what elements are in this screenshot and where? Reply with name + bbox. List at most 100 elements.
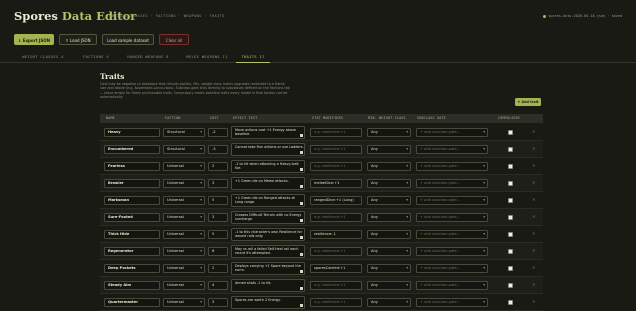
effect-textarea[interactable]: Spores are worth 2 Energy. (231, 296, 305, 309)
stat-modifiers-input[interactable]: e.g. resilience:+1 (310, 213, 362, 222)
min-weight-select[interactable]: Any (367, 179, 411, 188)
min-weight-select[interactable]: Any (367, 145, 411, 154)
delete-row-icon[interactable]: ✕ (532, 248, 536, 253)
export-json-button[interactable]: ⇓ Export JSON (14, 34, 54, 45)
stat-modifiers-input[interactable]: e.g. resilience:+1 (310, 281, 362, 290)
trait-name-input[interactable]: Heavy (104, 128, 160, 137)
compulsory-checkbox[interactable] (508, 181, 513, 186)
load-json-button[interactable]: ⇑ Load JSON (59, 34, 97, 45)
compulsory-checkbox[interactable] (508, 249, 513, 254)
cost-input[interactable]: 2 (208, 162, 228, 171)
cost-input[interactable]: 5 (208, 196, 228, 205)
compulsory-checkbox[interactable] (508, 266, 513, 271)
compulsory-checkbox[interactable] (508, 147, 513, 152)
faction-select[interactable]: Universal (163, 196, 205, 205)
compulsory-checkbox[interactable] (508, 283, 513, 288)
faction-select[interactable]: Structural (163, 145, 205, 154)
clear-all-button[interactable]: Clear all (159, 34, 189, 45)
stat-modifiers-input[interactable]: e.g. resilience:+1 (310, 247, 362, 256)
cost-input[interactable]: 4 (208, 281, 228, 290)
effect-textarea[interactable]: Cannot take Run actions or use Ladders. (231, 143, 305, 156)
compulsory-checkbox[interactable] (508, 232, 513, 237)
compulsory-checkbox[interactable] (508, 300, 513, 305)
subclass-gate-select[interactable]: + add subclass gate... (416, 298, 488, 307)
subclass-gate-select[interactable]: + add subclass gate... (416, 230, 488, 239)
add-trait-button[interactable]: + Add trait (515, 98, 541, 106)
effect-textarea[interactable]: May re-roll a failed Self-Heal roll each… (231, 245, 305, 258)
resize-handle-icon[interactable] (300, 287, 303, 290)
cost-input[interactable]: 3 (208, 179, 228, 188)
delete-row-icon[interactable]: ✕ (532, 146, 536, 151)
resize-handle-icon[interactable] (300, 151, 303, 154)
trait-name-input[interactable]: Quartermaster (104, 298, 160, 307)
faction-select[interactable]: Universal (163, 247, 205, 256)
tab-ranged-weapons[interactable]: RANGED WEAPONS 8 (119, 52, 177, 62)
subclass-gate-select[interactable]: + add subclass gate... (416, 247, 488, 256)
subclass-gate-select[interactable]: + add subclass gate... (416, 162, 488, 171)
faction-select[interactable]: Structural (163, 128, 205, 137)
effect-textarea[interactable]: Aimed shots -1 to hit. (231, 279, 305, 292)
delete-row-icon[interactable]: ✕ (532, 163, 536, 168)
stat-modifiers-input[interactable]: e.g. resilience:+1 (310, 128, 362, 137)
effect-textarea[interactable]: Crosses Difficult Terrain with no Energy… (231, 211, 305, 224)
tab-factions[interactable]: FACTIONS 4 (76, 52, 116, 62)
subclass-gate-select[interactable]: + add subclass gate... (416, 281, 488, 290)
compulsory-checkbox[interactable] (508, 130, 513, 135)
effect-textarea[interactable]: +1 Green die on Ranged attacks at Long r… (231, 194, 305, 207)
trait-name-input[interactable]: Regenerator (104, 247, 160, 256)
stat-modifiers-input[interactable]: e.g. resilience:+1 (310, 162, 362, 171)
cost-input[interactable]: 2 (208, 264, 228, 273)
compulsory-checkbox[interactable] (508, 198, 513, 203)
effect-textarea[interactable]: Deploys carrying +1 Spore beyond the nor… (231, 262, 305, 275)
trait-name-input[interactable]: Encumbered (104, 145, 160, 154)
trait-name-input[interactable]: Marksman (104, 196, 160, 205)
stat-modifiers-input[interactable]: meleeDice:+1 (310, 179, 362, 188)
effect-textarea[interactable]: -1 to hit when attacking a Heavy-trait f… (231, 160, 305, 173)
subclass-gate-select[interactable]: + add subclass gate... (416, 264, 488, 273)
effect-textarea[interactable]: +1 Green die on Melee attacks. (231, 177, 305, 190)
compulsory-checkbox[interactable] (508, 164, 513, 169)
subclass-gate-select[interactable]: + add subclass gate... (416, 213, 488, 222)
delete-row-icon[interactable]: ✕ (532, 214, 536, 219)
load-sample-button[interactable]: Load sample dataset (102, 34, 154, 45)
trait-name-input[interactable]: Sure-Footed (104, 213, 160, 222)
min-weight-select[interactable]: Any (367, 247, 411, 256)
resize-handle-icon[interactable] (300, 270, 303, 273)
subclass-gate-select[interactable]: + add subclass gate... (416, 128, 488, 137)
tab-traits[interactable]: TRAITS 17 (236, 52, 270, 63)
stat-modifiers-input[interactable]: e.g. resilience:+1 (310, 298, 362, 307)
stat-modifiers-input[interactable]: resilience:-1 (310, 230, 362, 239)
faction-select[interactable]: Universal (163, 264, 205, 273)
resize-handle-icon[interactable] (300, 168, 303, 171)
min-weight-select[interactable]: Any (367, 281, 411, 290)
min-weight-select[interactable]: Any (367, 196, 411, 205)
subclass-gate-select[interactable]: + add subclass gate... (416, 145, 488, 154)
trait-name-input[interactable]: Steady Aim (104, 281, 160, 290)
subclass-gate-select[interactable]: + add subclass gate... (416, 196, 488, 205)
trait-name-input[interactable]: Thick Hide (104, 230, 160, 239)
tab-weight-classes[interactable]: WEIGHT CLASSES 4 (14, 52, 72, 62)
faction-select[interactable]: Universal (163, 213, 205, 222)
min-weight-select[interactable]: Any (367, 298, 411, 307)
cost-input[interactable]: 6 (208, 247, 228, 256)
cost-input[interactable]: -3 (208, 145, 228, 154)
cost-input[interactable]: 3 (208, 298, 228, 307)
subclass-gate-select[interactable]: + add subclass gate... (416, 179, 488, 188)
resize-handle-icon[interactable] (300, 185, 303, 188)
cost-input[interactable]: 3 (208, 213, 228, 222)
resize-handle-icon[interactable] (300, 219, 303, 222)
delete-row-icon[interactable]: ✕ (532, 265, 536, 270)
delete-row-icon[interactable]: ✕ (532, 129, 536, 134)
cost-input[interactable]: -2 (208, 128, 228, 137)
resize-handle-icon[interactable] (300, 304, 303, 307)
resize-handle-icon[interactable] (300, 253, 303, 256)
effect-textarea[interactable]: -1 to this character's own Resilience fo… (231, 228, 305, 241)
faction-select[interactable]: Universal (163, 162, 205, 171)
resize-handle-icon[interactable] (300, 236, 303, 239)
resize-handle-icon[interactable] (300, 134, 303, 137)
delete-row-icon[interactable]: ✕ (532, 282, 536, 287)
faction-select[interactable]: Universal (163, 230, 205, 239)
faction-select[interactable]: Universal (163, 179, 205, 188)
faction-select[interactable]: Universal (163, 298, 205, 307)
faction-select[interactable]: Universal (163, 281, 205, 290)
